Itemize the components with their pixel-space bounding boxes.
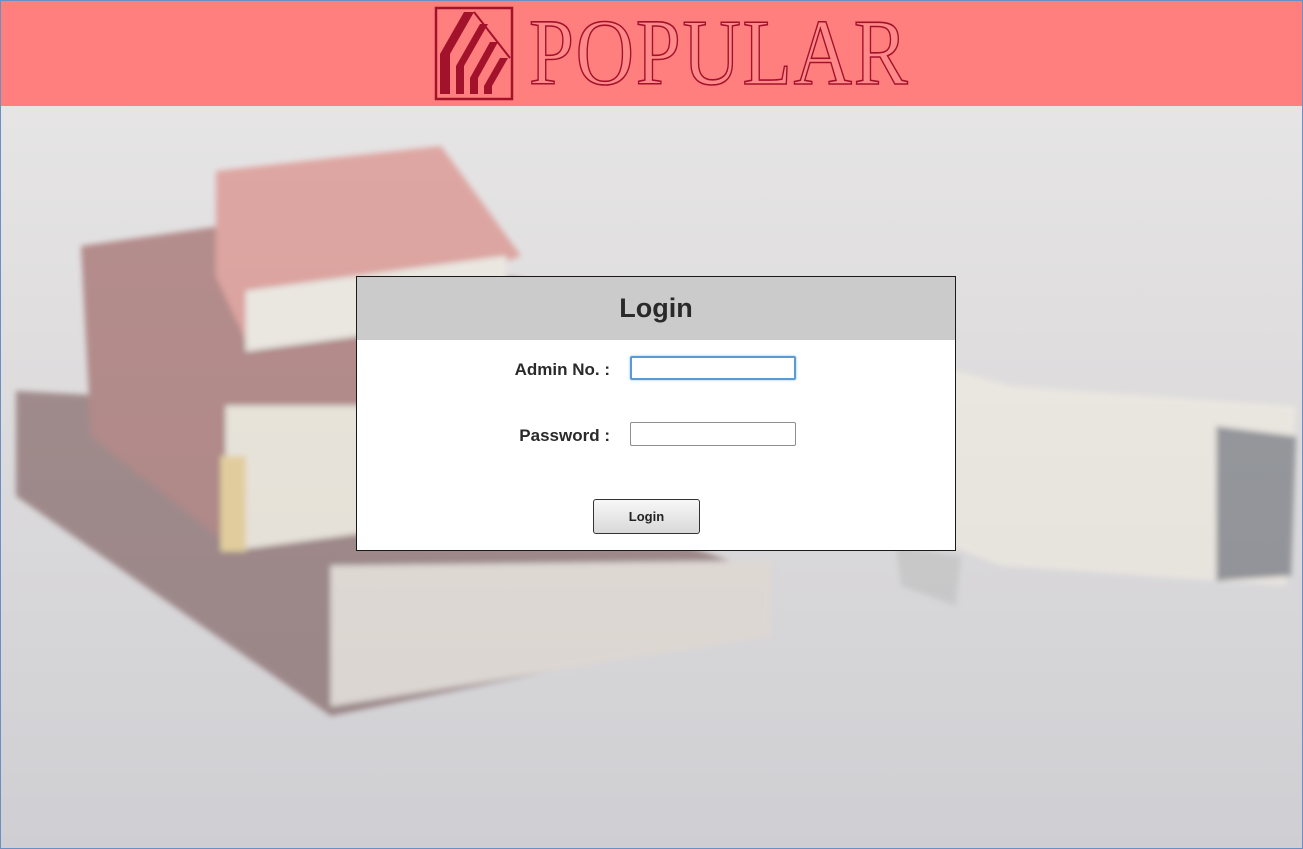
admin-no-label: Admin No. : [514, 360, 610, 379]
login-title: Login [357, 277, 955, 340]
brand-logo-icon [434, 6, 514, 101]
password-input[interactable] [630, 422, 796, 446]
header-bar: POPULAR [1, 1, 1302, 106]
brand-name: POPULAR [528, 1, 910, 106]
password-label: Password : [519, 426, 610, 445]
app-window: POPULAR Login Admin No. : Password : Log… [0, 0, 1303, 849]
admin-no-input[interactable] [630, 356, 796, 380]
login-button[interactable]: Login [593, 499, 700, 534]
login-panel: Login Admin No. : Password : Login [356, 276, 956, 551]
